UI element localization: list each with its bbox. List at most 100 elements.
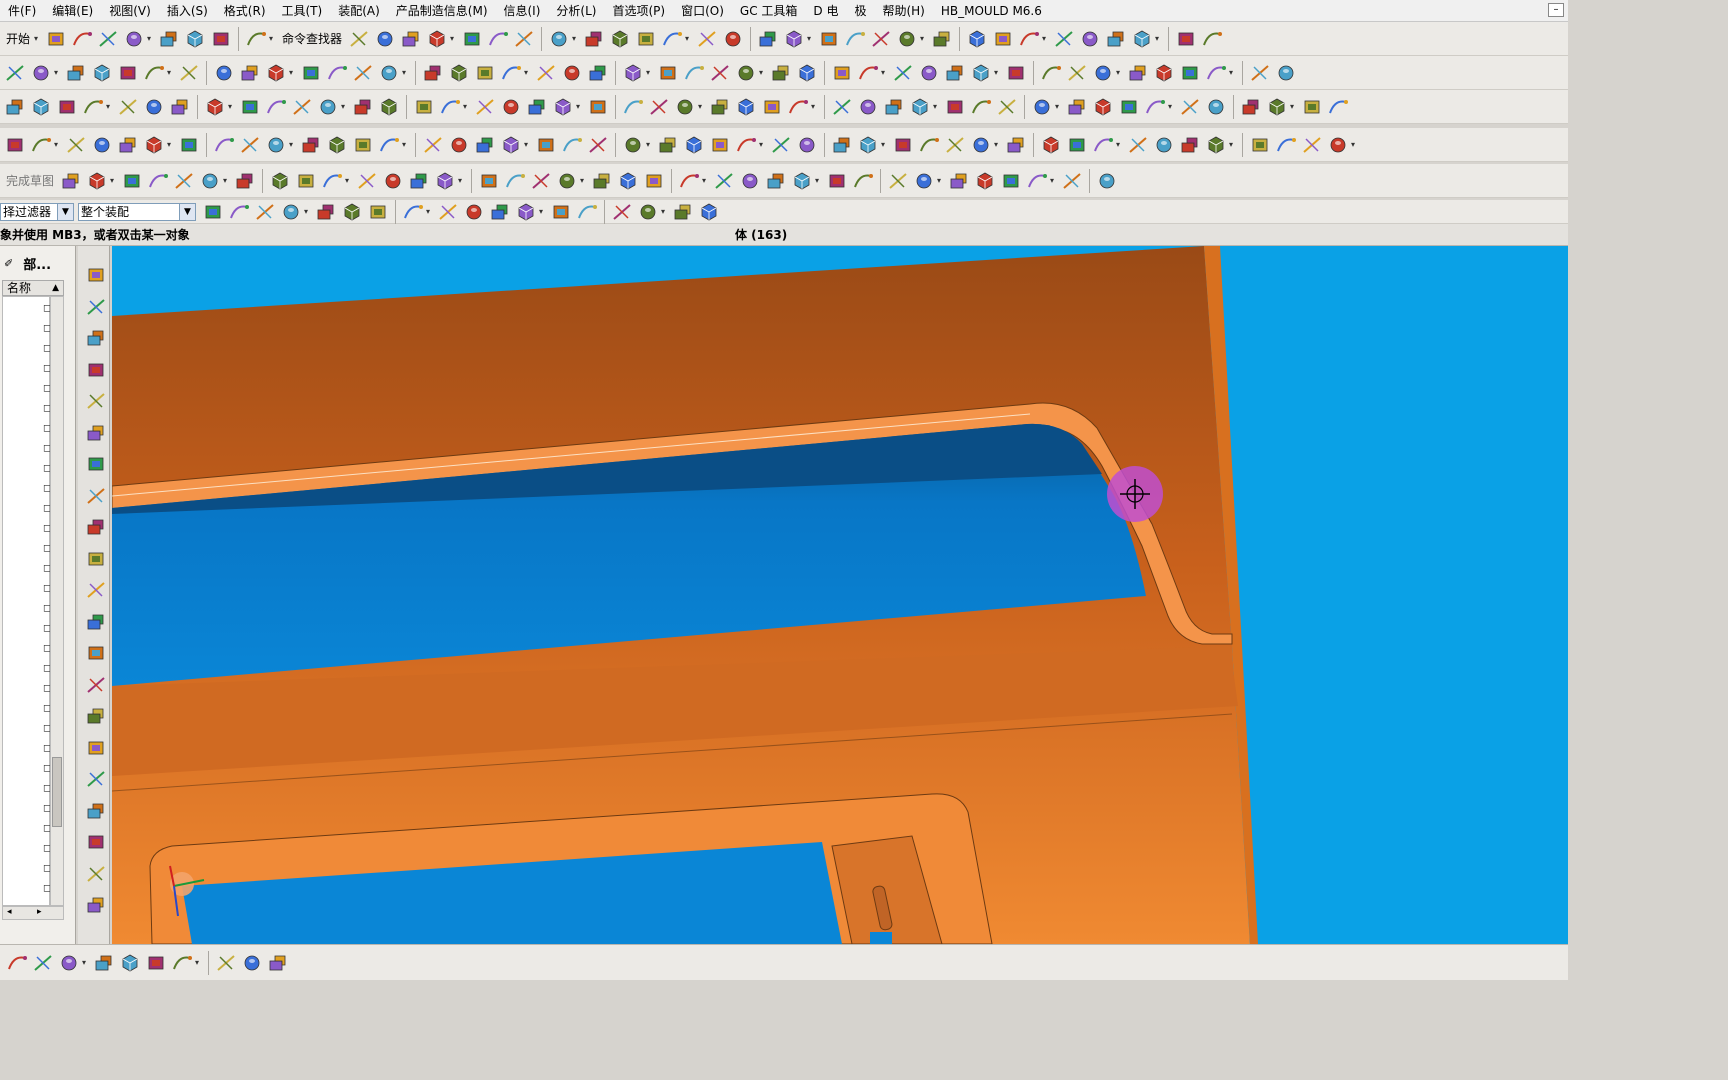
chevron-down-icon[interactable]: ▾: [82, 952, 89, 974]
tool-icon[interactable]: [169, 96, 191, 118]
section-icon[interactable]: [145, 952, 167, 974]
tool-icon[interactable]: [478, 170, 500, 192]
window-minimize-button[interactable]: –: [1548, 3, 1564, 17]
chevron-down-icon[interactable]: ▾: [463, 96, 470, 118]
chevron-down-icon[interactable]: ▾: [702, 170, 709, 192]
tool-icon[interactable]: [291, 96, 313, 118]
chevron-down-icon[interactable]: ▾: [994, 62, 1001, 84]
tool-icon[interactable]: [944, 134, 966, 156]
chevron-down-icon[interactable]: ▾: [167, 134, 174, 156]
menu-item[interactable]: 产品制造信息(M): [388, 0, 496, 22]
tool-icon[interactable]: [474, 96, 496, 118]
tool-icon[interactable]: [408, 170, 430, 192]
chevron-down-icon[interactable]: ▾: [685, 28, 692, 50]
shade-icon[interactable]: [461, 28, 483, 50]
tool-icon[interactable]: [117, 62, 139, 84]
info-icon[interactable]: [400, 28, 422, 50]
tool-icon[interactable]: [500, 62, 522, 84]
chevron-down-icon[interactable]: ▾: [759, 134, 766, 156]
tool-icon[interactable]: [1026, 170, 1048, 192]
tool-icon[interactable]: [530, 170, 552, 192]
command-finder-icon[interactable]: [348, 28, 370, 50]
graphics-viewport[interactable]: [112, 246, 1568, 944]
tool-icon[interactable]: [674, 96, 696, 118]
tool-icon[interactable]: [1066, 62, 1088, 84]
tool-icon[interactable]: [422, 62, 444, 84]
tool-icon[interactable]: [300, 62, 322, 84]
resource-tool-icon[interactable]: [85, 705, 107, 727]
tool-icon[interactable]: [86, 170, 108, 192]
tool-icon[interactable]: [4, 134, 26, 156]
tool-icon[interactable]: [315, 201, 337, 223]
annotate-icon[interactable]: [171, 952, 193, 974]
tool-icon[interactable]: [1005, 62, 1027, 84]
tool-icon[interactable]: [60, 170, 82, 192]
tool-icon[interactable]: [1105, 28, 1127, 50]
tool-icon[interactable]: [1205, 96, 1227, 118]
tool-icon[interactable]: [918, 134, 940, 156]
tool-icon[interactable]: [974, 170, 996, 192]
tool-icon[interactable]: [657, 134, 679, 156]
view-icon[interactable]: [548, 28, 570, 50]
menu-item[interactable]: 帮助(H): [874, 0, 932, 22]
tool-icon[interactable]: [591, 170, 613, 192]
chevron-down-icon[interactable]: ▾: [228, 96, 235, 118]
window-icon[interactable]: [583, 28, 605, 50]
tool-icon[interactable]: [1327, 134, 1349, 156]
tool-icon[interactable]: [1240, 96, 1262, 118]
chevron-down-icon[interactable]: ▾: [807, 28, 814, 50]
tool-icon[interactable]: [683, 62, 705, 84]
tool-icon[interactable]: [970, 62, 992, 84]
tool-icon[interactable]: [463, 201, 485, 223]
tool-icon[interactable]: [489, 201, 511, 223]
chevron-down-icon[interactable]: ▾: [524, 62, 531, 84]
tool-icon[interactable]: [1092, 96, 1114, 118]
tool-icon[interactable]: [117, 134, 139, 156]
menu-item[interactable]: 分析(L): [548, 0, 604, 22]
tool-icon[interactable]: [1092, 134, 1114, 156]
chevron-down-icon[interactable]: ▾: [933, 96, 940, 118]
tool-icon[interactable]: [1066, 134, 1088, 156]
tool-icon[interactable]: [970, 96, 992, 118]
tool-icon[interactable]: [1249, 62, 1271, 84]
tool-icon[interactable]: [1301, 134, 1323, 156]
curve-icon[interactable]: [722, 28, 744, 50]
tool-icon[interactable]: [1205, 134, 1227, 156]
tool-icon[interactable]: [787, 96, 809, 118]
menu-item[interactable]: 插入(S): [159, 0, 216, 22]
tool-icon[interactable]: [657, 62, 679, 84]
chevron-down-icon[interactable]: ▾: [661, 201, 668, 223]
chevron-down-icon[interactable]: ▾: [341, 96, 348, 118]
resource-tool-icon[interactable]: [85, 674, 107, 696]
tool-icon[interactable]: [213, 62, 235, 84]
chevron-down-icon[interactable]: ▾: [646, 134, 653, 156]
resource-tool-icon[interactable]: [85, 863, 107, 885]
tool-icon[interactable]: [1061, 170, 1083, 192]
tool-icon[interactable]: [761, 96, 783, 118]
tool-icon[interactable]: [735, 96, 757, 118]
tool-icon[interactable]: [709, 134, 731, 156]
tool-icon[interactable]: [239, 134, 261, 156]
chevron-down-icon[interactable]: ▾: [402, 134, 409, 156]
resource-tool-icon[interactable]: [85, 453, 107, 475]
tool-icon[interactable]: [648, 96, 670, 118]
tool-icon[interactable]: [269, 170, 291, 192]
chevron-down-icon[interactable]: ▾: [345, 170, 352, 192]
tool-icon[interactable]: [852, 170, 874, 192]
cube-icon[interactable]: [487, 28, 509, 50]
ruler-icon[interactable]: [696, 28, 718, 50]
chevron-down-icon[interactable]: ▾: [195, 952, 202, 974]
navigator-scrollbar[interactable]: [50, 296, 64, 906]
tool-icon[interactable]: [672, 201, 694, 223]
tool-icon[interactable]: [65, 134, 87, 156]
tool-icon[interactable]: [265, 62, 287, 84]
navigator-pin-icon[interactable]: ✐: [4, 257, 13, 270]
tool-icon[interactable]: [91, 62, 113, 84]
tool-icon[interactable]: [30, 96, 52, 118]
tool-icon[interactable]: [173, 170, 195, 192]
tool-icon[interactable]: [326, 134, 348, 156]
tool-icon[interactable]: [143, 134, 165, 156]
tool-icon[interactable]: [356, 170, 378, 192]
tool-icon[interactable]: [317, 96, 339, 118]
tool-icon[interactable]: [622, 62, 644, 84]
